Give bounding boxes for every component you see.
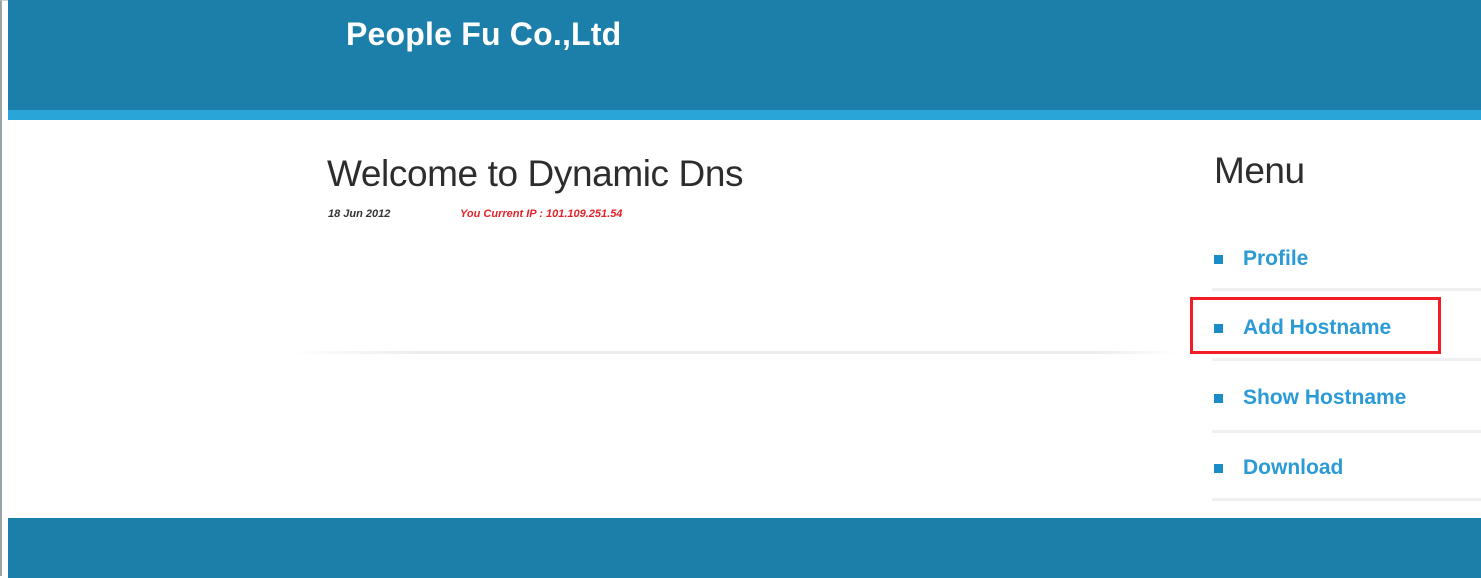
highlight-box: [1190, 297, 1441, 354]
square-bullet-icon: [1214, 393, 1223, 403]
current-ip-text: You Current IP : 101.109.251.54: [460, 208, 623, 220]
menu-divider: [1212, 358, 1481, 361]
menu-heading: Menu: [1214, 150, 1305, 191]
menu-item-label: Download: [1243, 456, 1344, 479]
menu-item-profile[interactable]: Profile: [1214, 237, 1481, 281]
square-bullet-icon: [1214, 254, 1223, 264]
header-accent-strip: [8, 110, 1481, 120]
menu-item-download[interactable]: Download: [1214, 446, 1481, 490]
content-divider: [290, 351, 1180, 354]
page-title: Welcome to Dynamic Dns: [327, 153, 744, 194]
menu-item-label: Show Hostname: [1243, 386, 1407, 409]
site-header: [8, 0, 1481, 110]
menu-divider: [1212, 430, 1481, 433]
site-brand: People Fu Co.,Ltd: [346, 16, 622, 52]
site-footer: [8, 518, 1481, 578]
post-date: 18 Jun 2012: [328, 208, 391, 220]
menu-item-label: Profile: [1243, 247, 1309, 270]
menu-divider: [1212, 288, 1481, 291]
square-bullet-icon: [1214, 463, 1223, 473]
menu-divider: [1212, 498, 1481, 501]
menu-item-show-hostname[interactable]: Show Hostname: [1214, 376, 1481, 420]
